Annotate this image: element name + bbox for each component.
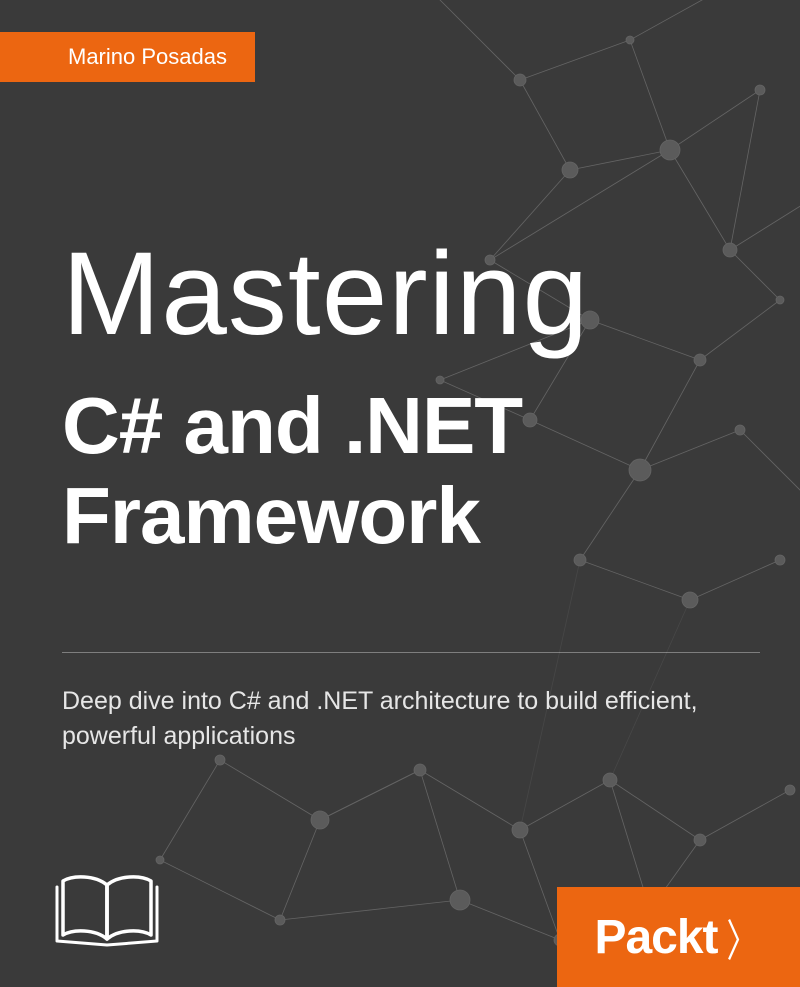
author-name: Marino Posadas bbox=[68, 44, 227, 69]
title-line-1: Mastering bbox=[62, 235, 760, 353]
book-title: Mastering C# and .NET Framework bbox=[62, 235, 760, 560]
publisher-name: Packt bbox=[594, 910, 717, 965]
publisher-badge: Packt〉 bbox=[557, 887, 800, 987]
subtitle: Deep dive into C# and .NET architecture … bbox=[62, 684, 740, 754]
chevron-right-icon: 〉 bbox=[726, 905, 756, 969]
author-badge: Marino Posadas bbox=[0, 32, 255, 82]
publisher-logo: Packt〉 bbox=[594, 905, 762, 969]
open-book-icon bbox=[55, 871, 160, 949]
title-line-2: C# and .NET Framework bbox=[62, 381, 760, 560]
divider-line bbox=[62, 652, 760, 653]
